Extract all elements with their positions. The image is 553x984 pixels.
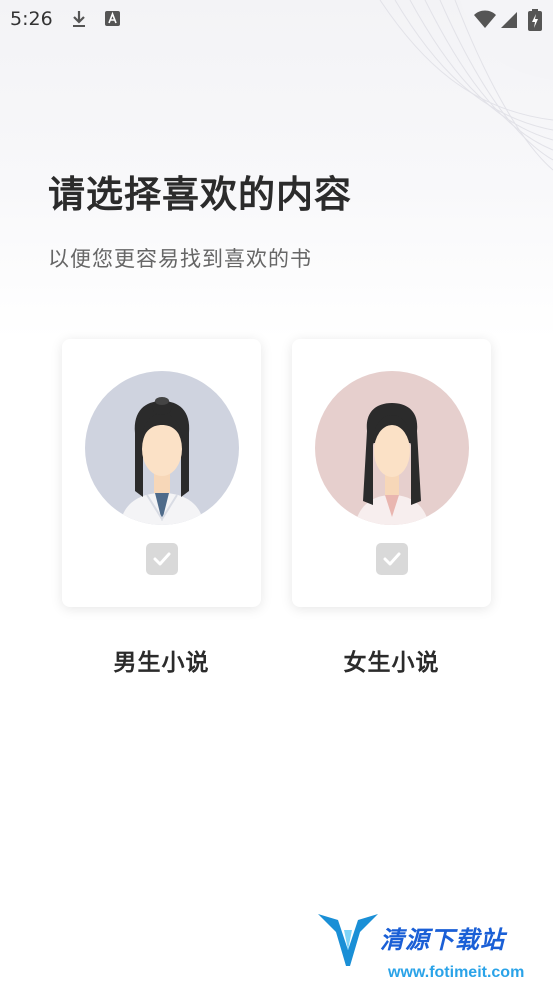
- option-card-male[interactable]: [62, 339, 261, 607]
- female-option-checkbox[interactable]: [376, 543, 408, 575]
- watermark-logo: 清源下载站 www.fotimeit.com: [316, 908, 546, 982]
- status-time: 5:26: [10, 8, 53, 30]
- check-icon: [383, 552, 401, 566]
- watermark-emblem-icon: [318, 914, 378, 966]
- status-bar: 5:26: [0, 0, 553, 40]
- a-font-icon: [105, 11, 120, 26]
- download-icon: [73, 11, 85, 27]
- male-avatar-icon: [85, 371, 239, 525]
- male-option-checkbox[interactable]: [146, 543, 178, 575]
- option-card-female[interactable]: [292, 339, 491, 607]
- female-avatar-icon: [315, 371, 469, 525]
- battery-charging-icon: [528, 9, 542, 31]
- wifi-icon: [474, 10, 496, 28]
- watermark-url: www.fotimeit.com: [388, 964, 525, 981]
- page-title: 请选择喜欢的内容: [48, 173, 352, 216]
- male-option-label[interactable]: 男生小说: [62, 643, 261, 677]
- signal-icon: [501, 12, 517, 28]
- watermark-name: 清源下载站: [380, 926, 505, 954]
- female-option-label[interactable]: 女生小说: [292, 643, 491, 677]
- page-subtitle: 以便您更容易找到喜欢的书: [48, 247, 312, 271]
- check-icon: [153, 552, 171, 566]
